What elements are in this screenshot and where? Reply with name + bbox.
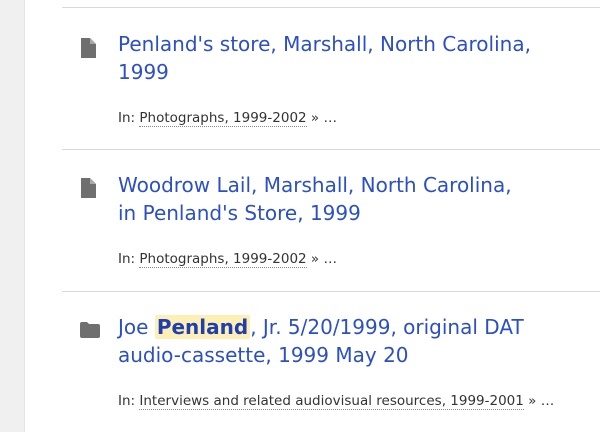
result-title-link[interactable]: Penland's store, Marshall, North Carolin… <box>118 30 538 86</box>
result-title-link[interactable]: Woodrow Lail, Marshall, North Carolina, … <box>118 171 538 227</box>
result-title-line1: Penland's store, Marshall, North Carolin… <box>118 32 531 56</box>
context-prefix: In: <box>118 110 136 126</box>
context-more[interactable]: » … <box>311 110 337 126</box>
file-icon <box>80 38 98 58</box>
result-title-link[interactable]: Joe Penland, Jr. 5/20/1999, original DAT… <box>118 313 538 369</box>
list-item: Penland's store, Marshall, North Carolin… <box>62 8 600 149</box>
context-collection-link[interactable]: Interviews and related audiovisual resou… <box>139 393 524 410</box>
results-list: Penland's store, Marshall, North Carolin… <box>62 0 600 432</box>
sidebar-border <box>24 0 25 432</box>
search-results-page: Penland's store, Marshall, North Carolin… <box>0 0 600 432</box>
left-sidebar-strip <box>0 0 24 432</box>
context-collection-link[interactable]: Photographs, 1999-2002 <box>139 251 307 268</box>
result-title-before: Joe <box>118 315 149 339</box>
context-more[interactable]: » … <box>311 251 337 267</box>
result-context: In: Photographs, 1999-2002 » … <box>118 109 337 127</box>
result-title-line2: in Penland's Store, 1999 <box>118 201 361 225</box>
list-item: Woodrow Lail, Marshall, North Carolina, … <box>62 150 600 291</box>
result-title-line1: Woodrow Lail, Marshall, North Carolina, <box>118 173 512 197</box>
context-prefix: In: <box>118 251 136 267</box>
context-more[interactable]: » … <box>528 393 554 409</box>
file-icon <box>80 178 98 198</box>
result-title-line2: 1999 <box>118 60 169 84</box>
list-item: Joe Penland, Jr. 5/20/1999, original DAT… <box>62 292 600 432</box>
result-context: In: Photographs, 1999-2002 » … <box>118 250 337 268</box>
result-context: In: Interviews and related audiovisual r… <box>118 392 554 410</box>
result-title-line2: audio-cassette, 1999 May 20 <box>118 343 409 367</box>
context-collection-link[interactable]: Photographs, 1999-2002 <box>139 110 307 127</box>
search-term-highlight: Penland <box>154 315 251 339</box>
context-prefix: In: <box>118 393 136 409</box>
folder-icon <box>80 322 100 342</box>
result-title-after: , Jr. 5/20/1999, original DAT <box>250 315 524 339</box>
